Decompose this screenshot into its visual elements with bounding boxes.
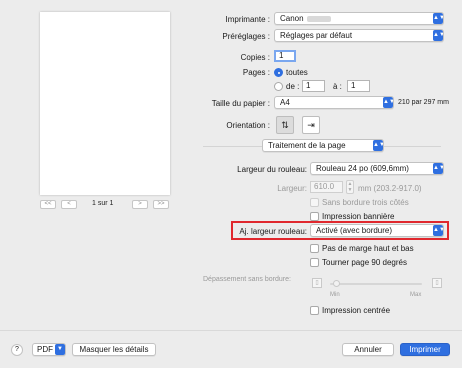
print-button[interactable]: Imprimer	[400, 343, 450, 356]
overflow-max-icon: ▯	[432, 278, 442, 288]
page-counter: 1 sur 1	[92, 200, 114, 207]
printer-value: Canon	[280, 14, 304, 23]
overflow-slider-knob	[333, 280, 340, 287]
paper-size-value: A4	[280, 98, 290, 107]
printer-label: Imprimante :	[225, 15, 270, 24]
centered-print-label: Impression centrée	[322, 306, 391, 315]
prev-page-button[interactable]: <	[61, 200, 77, 209]
pages-to-label: à :	[333, 82, 342, 91]
next-page-button[interactable]: >	[132, 200, 148, 209]
orientation-label: Orientation :	[226, 121, 270, 130]
pages-range-radio[interactable]	[274, 82, 283, 91]
custom-width-label: Largeur:	[277, 184, 307, 193]
paper-size-dims: 210 par 297 mm	[398, 99, 449, 106]
banner-print-checkbox[interactable]	[310, 212, 319, 221]
custom-width-unit: mm (203.2-917.0)	[358, 184, 422, 193]
section-value: Traitement de la page	[268, 141, 346, 150]
slider-min-label: Min	[330, 292, 340, 298]
landscape-orientation-button[interactable]: ⇥	[302, 116, 320, 134]
footer-separator	[0, 330, 462, 331]
roll-adjust-value: Activé (avec bordure)	[316, 226, 393, 235]
chevron-down-icon: ▼	[55, 344, 65, 355]
rotate-90-checkbox[interactable]	[310, 258, 319, 267]
chevron-updown-icon: ▲▼	[433, 13, 443, 24]
roll-width-value: Rouleau 24 po (609,6mm)	[316, 164, 409, 173]
no-border-three-sides-label: Sans bordure trois côtés	[322, 198, 409, 207]
pdf-menu-button[interactable]: PDF ▼	[32, 343, 66, 356]
help-icon: ?	[15, 346, 19, 353]
overflow-label: Dépassement sans bordure:	[203, 276, 291, 283]
copies-input[interactable]: 1	[274, 50, 296, 62]
roll-adjust-select[interactable]: Activé (avec bordure) ▲▼	[310, 224, 444, 237]
presets-select[interactable]: Réglages par défaut ▲▼	[274, 29, 444, 42]
copies-label: Copies :	[240, 53, 270, 62]
help-button[interactable]: ?	[11, 344, 23, 356]
pages-label: Pages :	[242, 68, 270, 77]
printer-select[interactable]: Canon ▲▼	[274, 12, 444, 25]
slider-max-label: Max	[410, 292, 422, 298]
rotate-90-label: Tourner page 90 degrés	[322, 258, 407, 267]
printer-model-redacted	[306, 15, 331, 22]
presets-label: Préréglages :	[222, 32, 270, 41]
pages-all-radio[interactable]	[274, 68, 283, 77]
overflow-min-icon: ▯	[312, 278, 322, 288]
paper-size-select[interactable]: A4 ▲▼	[274, 96, 394, 109]
landscape-person-icon: ⇥	[307, 120, 315, 130]
portrait-person-icon: ⇅	[281, 120, 289, 130]
centered-print-checkbox[interactable]	[310, 306, 319, 315]
no-top-bottom-margin-checkbox[interactable]	[310, 244, 319, 253]
portrait-orientation-button[interactable]: ⇅	[276, 116, 294, 134]
page-preview	[40, 12, 170, 195]
chevron-updown-icon: ▲▼	[433, 163, 443, 174]
chevron-updown-icon: ▲▼	[373, 140, 383, 151]
custom-width-stepper: ▲ ▼	[346, 180, 354, 194]
pdf-label: PDF	[37, 345, 53, 354]
hide-details-button[interactable]: Masquer les détails	[72, 343, 156, 356]
first-page-button[interactable]: <<	[40, 200, 56, 209]
custom-width-input: 610.0	[310, 181, 343, 193]
no-border-three-sides-checkbox	[310, 198, 319, 207]
pages-to-input[interactable]: 1	[347, 80, 370, 92]
pages-from-label: de :	[286, 82, 300, 91]
roll-width-select[interactable]: Rouleau 24 po (609,6mm) ▲▼	[310, 162, 444, 175]
no-top-bottom-margin-label: Pas de marge haut et bas	[322, 244, 414, 253]
pages-all-label: toutes	[286, 68, 308, 77]
overflow-slider-track	[330, 283, 422, 285]
chevron-updown-icon: ▲▼	[433, 30, 443, 41]
chevron-updown-icon: ▲▼	[383, 97, 393, 108]
paper-size-label: Taille du papier :	[211, 99, 270, 108]
last-page-button[interactable]: >>	[153, 200, 169, 209]
cancel-button[interactable]: Annuler	[342, 343, 394, 356]
presets-value: Réglages par défaut	[280, 31, 353, 40]
pages-from-input[interactable]: 1	[302, 80, 325, 92]
banner-print-label: Impression bannière	[322, 212, 395, 221]
roll-adjust-label: Aj. largeur rouleau:	[239, 227, 307, 236]
section-select[interactable]: Traitement de la page ▲▼	[262, 139, 384, 152]
chevron-updown-icon: ▲▼	[433, 225, 443, 236]
roll-width-label: Largeur du rouleau:	[237, 165, 307, 174]
